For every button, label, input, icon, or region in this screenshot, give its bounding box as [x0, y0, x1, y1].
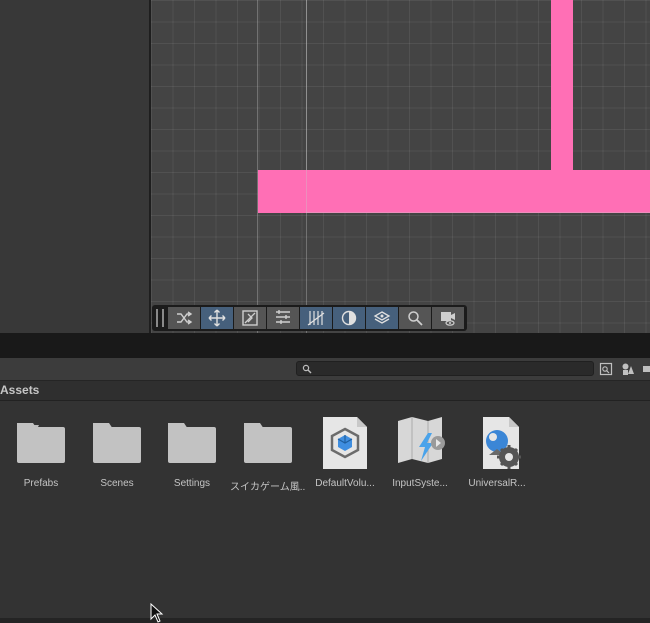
folder-icon: [89, 413, 145, 471]
align-tool-button[interactable]: [267, 307, 299, 329]
asset-label: スイカゲーム風...: [230, 482, 306, 493]
scene-view[interactable]: [151, 0, 650, 333]
grid-tool-button[interactable]: [300, 307, 332, 329]
shuffle-icon: [177, 311, 193, 325]
label-icon: [643, 365, 650, 372]
project-toolbar: [0, 358, 650, 381]
pink-floor-sprite[interactable]: [258, 170, 650, 213]
input-actions-icon: [392, 413, 448, 471]
asset-item[interactable]: Settings: [154, 413, 230, 489]
search-tool-button[interactable]: [399, 307, 431, 329]
asset-item[interactable]: DefaultVolu...: [307, 413, 383, 489]
selection-outline: [306, 0, 307, 213]
asset-item[interactable]: Scenes: [79, 413, 155, 489]
layers-icon: [373, 311, 391, 324]
panel-tab-bar: [0, 333, 650, 358]
asset-grid[interactable]: Prefabs Scenes Settings スイカゲーム風... Defau…: [0, 401, 650, 618]
asset-label: Scenes: [100, 478, 134, 489]
folder-icon: [164, 413, 220, 471]
shuffle-tool-button[interactable]: [168, 307, 200, 329]
align-icon: [276, 310, 290, 324]
breadcrumb-assets[interactable]: Assets: [0, 383, 39, 397]
search-icon: [408, 311, 423, 326]
layers-tool-button[interactable]: [366, 307, 398, 329]
asset-item[interactable]: Prefabs: [3, 413, 79, 489]
shapes-filter-icon: [622, 363, 634, 375]
mouse-cursor-icon: [150, 603, 164, 623]
snap-tool-button[interactable]: [234, 307, 266, 329]
toolbar-grip-handle[interactable]: [156, 309, 164, 327]
asset-label: Settings: [173, 478, 211, 489]
folder-icon: [240, 413, 296, 471]
camera-tool-button[interactable]: [432, 307, 464, 329]
hierarchy-panel: [0, 0, 149, 333]
project-search-field[interactable]: [296, 361, 594, 376]
snap-icon: [242, 310, 258, 326]
move-icon: [208, 309, 226, 327]
move-tool-button[interactable]: [201, 307, 233, 329]
asset-label: UniversalR...: [468, 478, 526, 489]
render-pipeline-asset-icon: [469, 413, 525, 471]
asset-item[interactable]: UniversalR...: [459, 413, 535, 489]
folder-icon: [13, 413, 69, 471]
selection-outline: [306, 212, 650, 213]
pink-wall-sprite[interactable]: [551, 0, 573, 172]
scene-overlay-toolbar: [152, 305, 467, 331]
volume-profile-icon: [317, 413, 373, 471]
search-icon: [302, 364, 312, 374]
filter-by-label-button[interactable]: [641, 360, 650, 377]
camera-icon: [441, 312, 455, 326]
project-footer: [0, 618, 650, 623]
asset-label: DefaultVolu...: [315, 478, 375, 489]
asset-label: InputSyste...: [392, 478, 448, 489]
scene-guide-line: [257, 0, 258, 333]
breadcrumb: Assets: [0, 381, 650, 401]
asset-label: Prefabs: [23, 478, 59, 489]
asset-item[interactable]: InputSyste...: [382, 413, 458, 489]
shading-tool-button[interactable]: [333, 307, 365, 329]
filter-by-type-button[interactable]: [619, 360, 637, 377]
grid-icon: [307, 311, 325, 326]
project-search-input[interactable]: [313, 362, 583, 375]
search-by-type-button[interactable]: [597, 360, 615, 377]
circle-half-icon: [341, 310, 357, 326]
asset-item[interactable]: スイカゲーム風...: [230, 413, 306, 493]
open-search-icon: [599, 362, 613, 375]
